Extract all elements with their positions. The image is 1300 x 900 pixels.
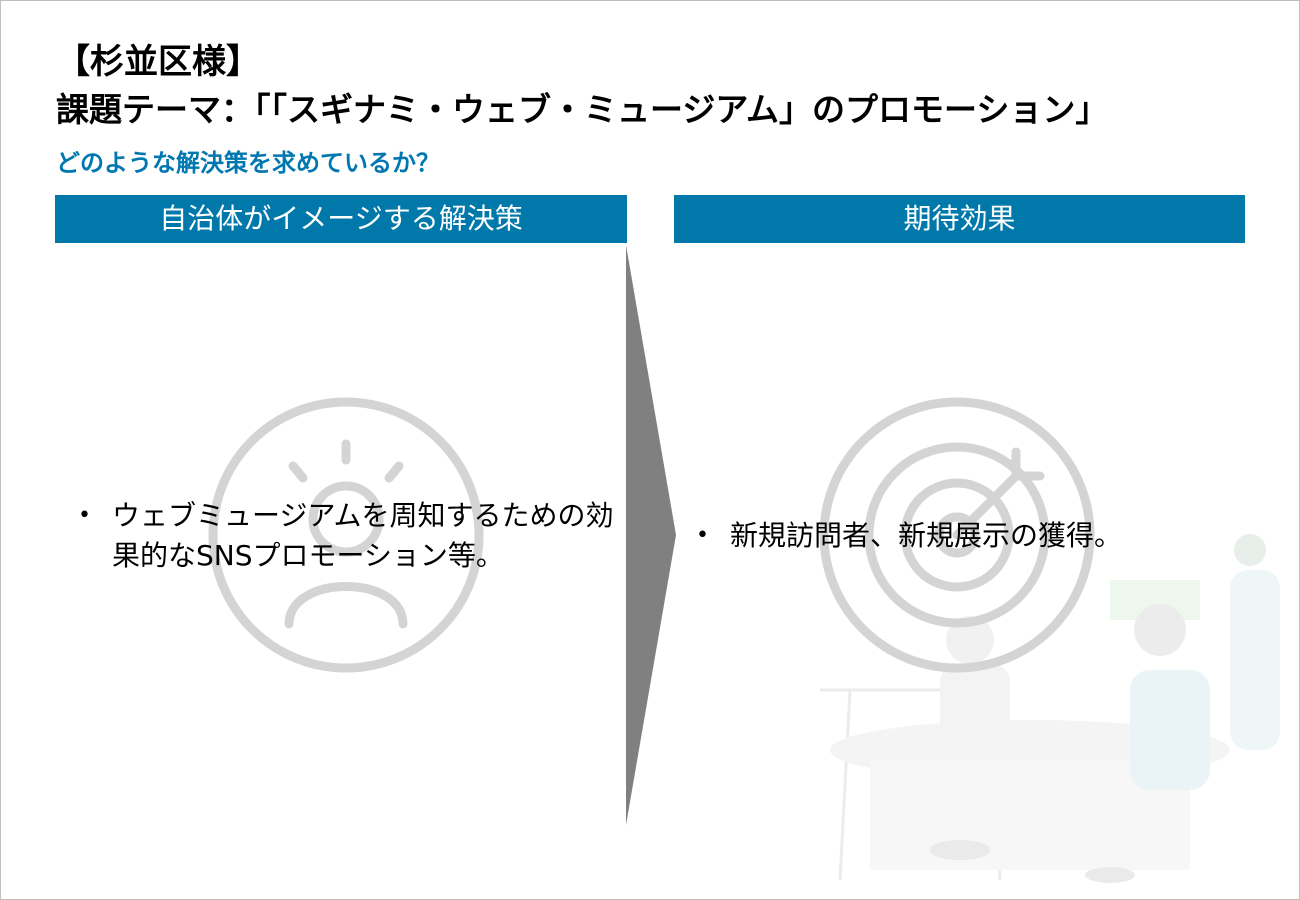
bullet-marker: • (696, 523, 709, 548)
solution-bullet-list: • ウェブミュージアムを周知するための効果的なSNSプロモーション等。 (72, 496, 632, 576)
list-item: • ウェブミュージアムを周知するための効果的なSNSプロモーション等。 (72, 496, 632, 576)
solution-column-header: 自治体がイメージする解決策 (55, 195, 627, 243)
list-item: • 新規訪問者、新規展示の獲得。 (690, 516, 1250, 556)
client-title: 【杉並区様】 (56, 42, 260, 82)
chevron-arrow (626, 245, 676, 825)
effect-text: 新規訪問者、新規展示の獲得。 (730, 519, 1123, 552)
effect-column-header: 期待効果 (674, 195, 1245, 243)
theme-title: 課題テーマ：「「スギナミ・ウェブ・ミュージアム」のプロモーション」 (56, 90, 1109, 129)
question-heading: どのような解決策を求めているか？ (56, 149, 440, 177)
effect-bullet-list: • 新規訪問者、新規展示の獲得。 (690, 516, 1250, 556)
solution-text: ウェブミュージアムを周知するための効果的なSNSプロモーション等。 (112, 499, 614, 572)
bullet-marker: • (78, 503, 91, 528)
